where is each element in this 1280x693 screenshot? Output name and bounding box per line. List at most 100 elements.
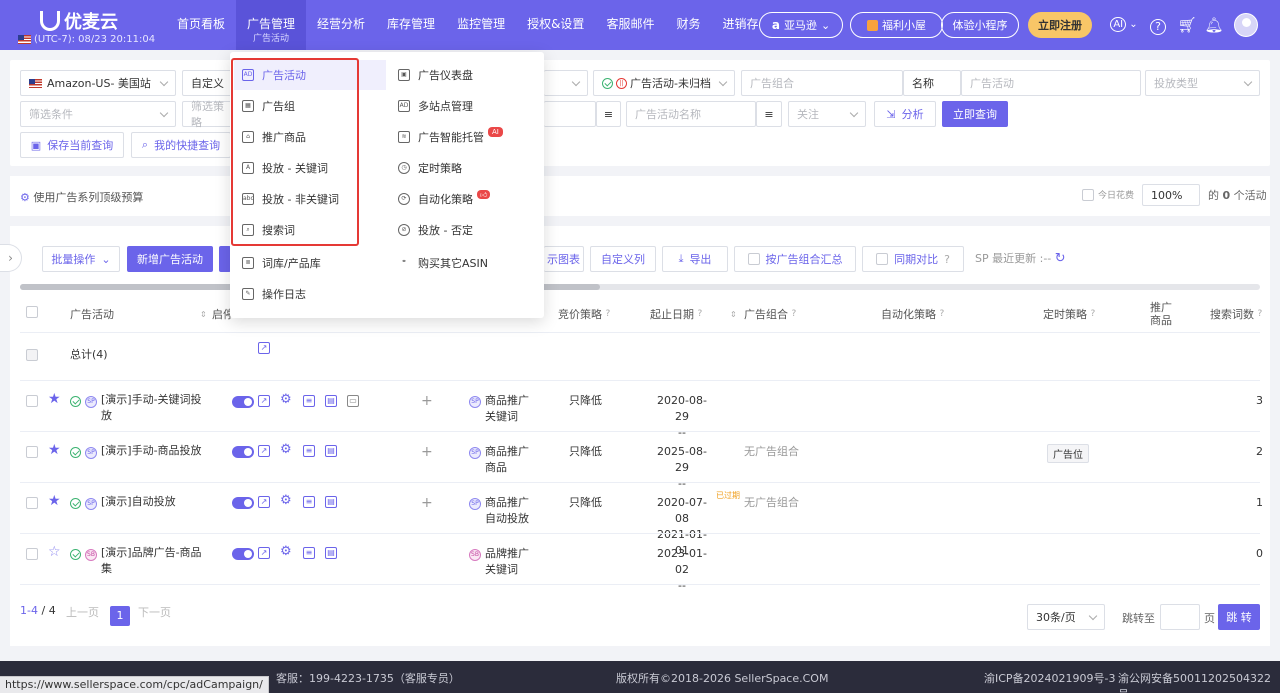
campaign-name[interactable]: [演示]手动-商品投放 [101,443,211,459]
condition-select[interactable]: 筛选条件 [20,101,176,127]
nav-finance[interactable]: 财务 [665,0,711,50]
analyze-button[interactable]: ⇲ 分析 [874,101,936,127]
police-record[interactable]: 渝公网安备50011202504322号 [1118,670,1280,693]
campaign-name[interactable]: [演示]手动-关键词投放 [101,392,203,424]
menu-timing-strategy[interactable]: ◷ 定时策略 [390,153,530,183]
today-spend-checkbox[interactable] [1082,189,1094,201]
refresh-icon[interactable]: ↻ [1055,251,1066,266]
welfare-button[interactable]: 福利小屋 [850,12,943,38]
menu-automation-strategy[interactable]: ⟳ 自动化策略 👍︎ [390,184,530,214]
cart-icon[interactable]: 🛒︎ [1177,15,1197,35]
trend-chart-icon[interactable]: ↗ [258,445,270,457]
note-icon[interactable]: ≡ [303,445,315,457]
document-icon[interactable]: ▤ [325,496,337,508]
status-toggle[interactable] [232,446,254,458]
jump-input[interactable] [1160,604,1200,630]
horizontal-scrollbar[interactable] [20,284,1260,290]
menu-word-library[interactable]: ≣ 词库/产品库 [234,248,354,278]
portfolio-select[interactable]: 广告组合 [741,70,903,96]
nav-service-mail[interactable]: 客服邮件 [595,0,665,50]
campaign-name-input[interactable]: 广告活动名称 [626,101,756,127]
period-compare-button[interactable]: 同期对比? [862,246,964,272]
monitor-icon[interactable]: ▭ [347,395,359,407]
th-timing-strategy[interactable]: 定时策略 ? [1043,296,1095,332]
campaign-status-select[interactable]: || 广告活动-未归档 [593,70,735,96]
row-checkbox[interactable] [26,446,38,458]
gear-icon[interactable]: ⚙ [280,442,292,458]
ad-type-select[interactable]: 投放类型 [1145,70,1260,96]
nav-monitor[interactable]: 监控管理 [446,0,516,50]
gear-icon[interactable]: ⚙ [280,493,292,509]
th-search-terms[interactable]: 搜索词数 ? [1210,296,1262,332]
row-checkbox[interactable] [26,497,38,509]
page-size-select[interactable]: 30条/页 [1027,604,1105,630]
strategy-select[interactable]: 筛选策略 [182,100,234,129]
batch-operation-button[interactable]: 批量操作 ⌄ [42,246,120,272]
amazon-select[interactable]: a 亚马逊 ⌄ [759,12,843,38]
select-all-checkbox[interactable] [26,306,38,318]
hidden-field-tail[interactable] [544,101,596,127]
mini-program-button[interactable]: 体验小程序 [941,12,1019,38]
status-toggle[interactable] [232,396,254,408]
menu-buy-other-asin[interactable]: ⚭ 购买其它ASIN [390,248,530,278]
name-type-select[interactable]: 名称 [903,70,961,96]
row-checkbox[interactable] [26,548,38,560]
follow-select[interactable]: 关注 [788,101,866,127]
document-icon[interactable]: ▤ [325,395,337,407]
bell-icon[interactable]: 🔔︎ [1204,15,1224,35]
hidden-select-tail[interactable] [544,70,588,96]
menu-smart-hosting[interactable]: ≋ 广告智能托管 AI [390,122,530,152]
document-icon[interactable]: ▤ [325,547,337,559]
nav-ad-management[interactable]: 广告管理 广告活动 [236,0,307,50]
query-button[interactable]: 立即查询 [942,101,1008,127]
note-icon[interactable]: ≡ [303,496,315,508]
page-1[interactable]: 1 [110,606,130,626]
custom-select[interactable]: 自定义 [182,70,234,96]
menu-ad-dashboard[interactable]: ▣ 广告仪表盘 [390,60,530,90]
ai-assistant-icon[interactable]: AI ⌄ [1110,15,1138,35]
jump-button[interactable]: 跳 转 [1218,604,1260,630]
note-icon[interactable]: ≡ [303,395,315,407]
chart-button[interactable]: 示图表 [544,246,584,272]
marketplace-select[interactable]: Amazon-US- 美国站 [20,70,176,96]
th-portfolio[interactable]: 广告组合 ? [744,296,796,332]
help-icon[interactable]: ? [1148,15,1168,35]
campaign-input[interactable]: 广告活动 [961,70,1141,96]
star-outline-icon[interactable]: ☆ [48,544,61,560]
trend-chart-icon[interactable]: ↗ [258,395,270,407]
my-queries-button[interactable]: ⌕ 我的快捷查询 [131,132,231,158]
campaign-name[interactable]: [演示]自动投放 [101,494,176,510]
th-campaign[interactable]: 广告活动 ⇕ [70,296,207,332]
nav-auth-settings[interactable]: 授权&设置 [516,0,595,50]
save-query-button[interactable]: ▣ 保存当前查询 [20,132,124,158]
trend-chart-icon[interactable]: ↗ [258,547,270,559]
gear-icon[interactable]: ⚙ [280,392,292,408]
th-bid-strategy[interactable]: 竞价策略 ? [558,296,610,332]
nav-business-analysis[interactable]: 经营分析 [306,0,376,50]
star-icon[interactable]: ★ [48,493,61,509]
custom-columns-button[interactable]: 自定义列 [590,246,656,272]
next-page[interactable]: 下一页 [138,604,171,620]
th-auto-strategy[interactable]: 自动化策略 ? [881,296,944,332]
logo[interactable]: 优麦云 [40,8,118,34]
budget-setting[interactable]: ⚙ 使用广告系列顶级预算 [20,190,143,206]
trend-chart-icon[interactable]: ↗ [258,342,270,354]
nav-dashboard[interactable]: 首页看板 [166,0,236,50]
list-icon[interactable]: ≡ [756,101,782,127]
row-checkbox[interactable] [26,395,38,407]
add-icon[interactable]: + [421,393,433,409]
status-toggle[interactable] [232,548,254,560]
group-summary-button[interactable]: 按广告组合汇总 [734,246,856,272]
export-button[interactable]: ⤓ 导出 [662,246,728,272]
th-start-date[interactable]: 起止日期 ? ⇕ [650,296,737,332]
timing-tag[interactable]: 广告位 [1047,444,1089,463]
menu-multi-site[interactable]: AD 多站点管理 [390,91,530,121]
prev-page[interactable]: 上一页 [66,604,99,620]
status-toggle[interactable] [232,497,254,509]
spend-percent-input[interactable]: 100% [1142,184,1200,206]
note-icon[interactable]: ≡ [303,547,315,559]
add-icon[interactable]: + [421,444,433,460]
th-promoted[interactable]: 推广商品 [1150,296,1182,332]
nav-inventory[interactable]: 库存管理 [376,0,446,50]
icp[interactable]: 渝ICP备2024021909号-3 [984,670,1116,686]
